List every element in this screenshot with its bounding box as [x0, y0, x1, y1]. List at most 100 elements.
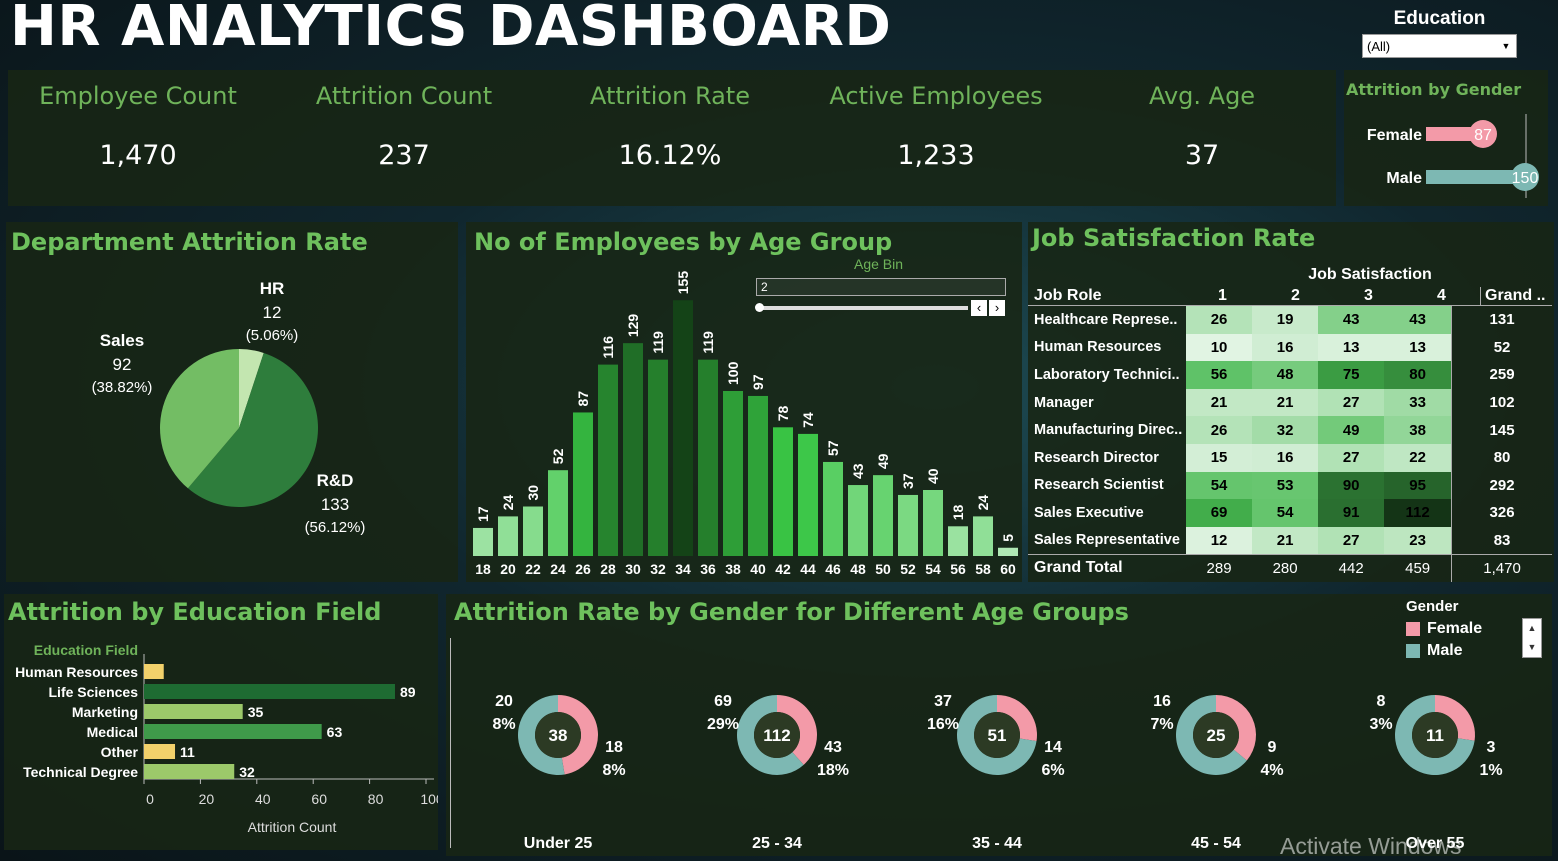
job-satisfaction-row: Research Scientist 54 53 90 95 292: [1028, 471, 1552, 500]
heatmap-cell: 13: [1318, 333, 1385, 362]
heatmap-cell: 38: [1384, 416, 1452, 444]
donut-female-count: 9: [1268, 739, 1277, 756]
age-bar-label-52: 37: [900, 473, 916, 489]
row-grand-total: 52: [1451, 333, 1552, 362]
age-bar-48: [848, 485, 868, 556]
heatmap-cell: 10: [1186, 333, 1253, 362]
grand-total-label: Grand Total: [1028, 553, 1186, 582]
age-tick-46: 46: [825, 561, 841, 577]
age-bar-label-46: 57: [825, 440, 841, 456]
age-tick-18: 18: [475, 561, 491, 577]
row-grand-total: 80: [1451, 443, 1552, 472]
age-bar-label-18: 17: [475, 506, 491, 522]
age-bar-28: [598, 364, 618, 556]
edu-bar-other: [144, 744, 176, 759]
dept-label-hr-pct: (5.06%): [246, 327, 299, 344]
age-bar-label-34: 155: [675, 271, 691, 295]
age-tick-30: 30: [625, 561, 641, 577]
job-satisfaction-header: Job Role 1 2 3 4 Grand ..: [1028, 286, 1552, 306]
chevron-down-icon[interactable]: ▼: [1499, 40, 1513, 53]
education-filter-value: (All): [1367, 39, 1391, 54]
heatmap-cell: 26: [1186, 416, 1253, 444]
age-bar-58: [973, 516, 993, 556]
age-tick-32: 32: [650, 561, 666, 577]
age-tick-38: 38: [725, 561, 741, 577]
age-bar-label-56: 18: [950, 505, 966, 521]
heatmap-cell: 91: [1318, 499, 1385, 527]
age-bar-60: [998, 547, 1018, 556]
edu-category-label: Other: [101, 744, 139, 760]
gender-bar-label: Female: [1367, 127, 1422, 144]
kpi-value-attrition-count: 237: [378, 140, 430, 171]
age-group-chart: 17 18 24 20 30 22 52 24 87 26 116 28 129 30 119 32 155 34…: [473, 271, 1018, 577]
kpi-label-employee-count: Employee Count: [39, 82, 237, 110]
age-bar-26: [573, 412, 593, 556]
job-role-header: Job Role: [1034, 287, 1102, 304]
heatmap-cell: 19: [1252, 306, 1319, 334]
dept-label-rd-pct: (56.12%): [305, 519, 366, 536]
heatmap-cell: 112: [1384, 499, 1452, 527]
donut-female-count: 14: [1044, 739, 1062, 756]
edu-tick-60: 60: [311, 791, 327, 807]
heatmap-cell: 12: [1186, 526, 1253, 555]
job-role-cell: Manager: [1034, 394, 1094, 411]
heatmap-cell: 43: [1318, 306, 1385, 334]
job-satisfaction-row: Research Director 15 16 27 22 80: [1028, 443, 1552, 472]
donut-male-pct: 7%: [1150, 716, 1173, 733]
column-header-4: 4: [1437, 287, 1446, 304]
donut-male-pct: 3%: [1369, 716, 1392, 733]
donut-total: 112: [763, 726, 790, 745]
heatmap-cell: 23: [1384, 526, 1452, 555]
age-bar-36: [698, 359, 718, 556]
donut-total: 11: [1426, 726, 1444, 745]
heatmap-cell: 54: [1186, 471, 1253, 500]
age-tick-50: 50: [875, 561, 891, 577]
age-bar-38: [723, 391, 743, 556]
grand-total-row: Grand Total 289 280 442 459 1,470: [1028, 553, 1552, 582]
row-grand-total: 131: [1451, 306, 1552, 334]
grand-total-cell: 289: [1186, 553, 1253, 582]
row-grand-total: 292: [1451, 471, 1552, 500]
kpi-label-active-employees: Active Employees: [829, 82, 1043, 110]
heatmap-cell: 16: [1252, 443, 1319, 472]
donut-male-pct: 29%: [707, 716, 739, 733]
education-field-panel: Attrition by Education Field Education F…: [4, 594, 438, 850]
age-bar-label-44: 74: [800, 412, 816, 428]
edu-category-label: Human Resources: [15, 664, 138, 680]
education-filter-label: Education: [1393, 8, 1486, 29]
job-role-cell: Sales Executive: [1034, 504, 1144, 521]
age-bar-label-58: 24: [975, 495, 991, 511]
grand-total-total: 1,470: [1451, 553, 1552, 582]
education-field-chart: Human Resources Life Sciences 89 Marketing 3…: [15, 654, 438, 835]
heatmap-cell: 75: [1318, 361, 1385, 389]
age-bar-label-50: 49: [875, 453, 891, 469]
education-field-xlabel: Attrition Count: [248, 819, 337, 835]
age-tick-20: 20: [500, 561, 516, 577]
age-bar-46: [823, 461, 843, 556]
age-group-label: 25 - 34: [752, 835, 802, 852]
kpi-panel: Employee Count 1,470 Attrition Count 237…: [8, 70, 1336, 206]
age-bar-label-42: 78: [775, 406, 791, 422]
age-bar-42: [773, 427, 793, 556]
age-bar-label-40: 97: [750, 374, 766, 390]
age-group-panel: No of Employees by Age Group Age Bin 2 ‹…: [466, 222, 1022, 582]
heatmap-cell: 15: [1186, 443, 1253, 472]
job-satisfaction-title: Job Satisfaction Rate: [1032, 224, 1316, 252]
department-pie: HR 12 (5.06%) Sales 92 (38.82%) R&D 133 …: [92, 279, 366, 536]
heatmap-cell: 69: [1186, 499, 1253, 527]
dept-label-rd-count: 133: [321, 495, 349, 514]
column-header-1: 1: [1218, 287, 1227, 304]
page-title: HR ANALYTICS DASHBOARD: [10, 0, 892, 59]
edu-bar-value: 32: [239, 764, 255, 780]
age-bar-34: [673, 300, 693, 556]
age-bar-50: [873, 475, 893, 556]
donut-total: 38: [549, 726, 568, 745]
age-tick-26: 26: [575, 561, 591, 577]
job-role-cell: Healthcare Represe..: [1034, 311, 1178, 328]
education-filter-dropdown[interactable]: (All) ▼: [1362, 34, 1517, 58]
age-tick-40: 40: [750, 561, 766, 577]
donut-male-pct: 16%: [927, 716, 959, 733]
kpi-label-attrition-rate: Attrition Rate: [590, 82, 750, 110]
gender-attrition-panel: Attrition by Gender Female 87 Male 150: [1344, 70, 1548, 206]
donut-total: 25: [1207, 726, 1226, 745]
